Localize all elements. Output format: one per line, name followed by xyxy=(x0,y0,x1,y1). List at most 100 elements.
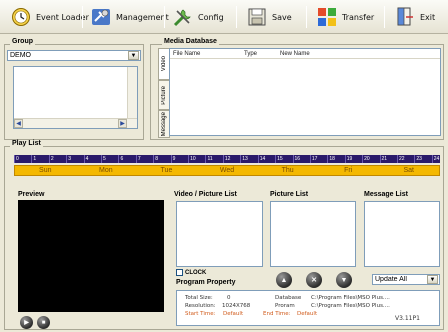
day-sat[interactable]: Sat xyxy=(378,166,439,175)
clock-icon xyxy=(10,6,32,28)
transfer-label: Transfer xyxy=(342,12,375,22)
add-button[interactable]: ▲ xyxy=(276,272,292,288)
tools-icon xyxy=(90,6,112,28)
resolution-value: 1024X768 xyxy=(222,303,251,309)
update-select-value: Update All xyxy=(375,276,407,283)
clock-checkbox[interactable]: CLOCK xyxy=(176,269,206,276)
column-file-name[interactable]: File Name xyxy=(173,51,200,57)
arrow-up-icon: ▲ xyxy=(280,276,288,284)
hour-tick: 18 xyxy=(327,155,344,163)
scroll-left-icon[interactable]: ◀ xyxy=(14,119,23,128)
exit-button[interactable]: Exit xyxy=(390,4,439,30)
hour-tick: 3 xyxy=(66,155,83,163)
tab-video-label: Video xyxy=(161,56,167,72)
start-time-value: Default xyxy=(223,311,244,317)
hour-tick: 22 xyxy=(396,155,414,163)
media-table[interactable]: File Name Type New Name xyxy=(169,48,441,136)
hour-tick: 21 xyxy=(379,155,397,163)
group-list[interactable]: ◀ ▶ xyxy=(13,66,138,129)
config-button[interactable]: Config xyxy=(168,4,228,30)
total-size-label: Total Size: xyxy=(185,295,213,301)
program-value: C:\Program Files\MSO Plus.... xyxy=(311,303,390,309)
toolbar-separator xyxy=(384,6,385,28)
day-tue[interactable]: Tue xyxy=(136,166,197,175)
database-label: Database xyxy=(275,295,302,301)
day-sun[interactable]: Sun xyxy=(15,166,76,175)
message-list[interactable] xyxy=(364,201,440,267)
save-icon xyxy=(246,6,268,28)
hour-tick: 12 xyxy=(222,155,240,163)
media-table-header: File Name Type New Name xyxy=(170,49,440,59)
day-fri[interactable]: Fri xyxy=(318,166,379,175)
play-icon: ▶ xyxy=(24,320,29,326)
day-bar[interactable]: Sun Mon Tue Wed Thu Fri Sat xyxy=(14,165,440,176)
hour-tick: 6 xyxy=(118,155,135,163)
toolbar-separator xyxy=(306,6,307,28)
down-button[interactable]: ▼ xyxy=(336,272,352,288)
database-value: C:\Program Files\MSO Plus.... xyxy=(311,295,390,301)
toolbar: Event Loader Management Config Save Tran… xyxy=(0,0,448,34)
hour-tick: 10 xyxy=(188,155,205,163)
play-list-title: Play List xyxy=(10,140,43,147)
column-new-name[interactable]: New Name xyxy=(280,51,310,57)
toolbar-separator xyxy=(82,6,83,28)
hour-tick: 2 xyxy=(48,155,66,163)
update-select[interactable]: Update All ▼ xyxy=(372,274,440,285)
play-button[interactable]: ▶ xyxy=(20,316,33,329)
toolbar-separator xyxy=(164,6,165,28)
hour-tick: 7 xyxy=(135,155,153,163)
program-label: Proram xyxy=(275,303,295,309)
delete-icon: ✕ xyxy=(311,277,317,284)
hour-tick: 4 xyxy=(83,155,101,163)
start-time-label: Start Time: xyxy=(185,311,216,317)
scroll-right-icon[interactable]: ▶ xyxy=(118,119,127,128)
end-time-label: End Time: xyxy=(263,311,291,317)
day-thu[interactable]: Thu xyxy=(257,166,318,175)
event-loader-button[interactable]: Event Loader xyxy=(6,4,93,30)
hour-ruler[interactable]: 0 1 2 3 4 5 6 7 8 9 10 11 12 13 14 15 16… xyxy=(14,155,440,163)
wrench-icon xyxy=(172,6,194,28)
hour-tick: 9 xyxy=(170,155,188,163)
hour-tick: 1 xyxy=(31,155,48,163)
day-mon[interactable]: Mon xyxy=(76,166,137,175)
hour-tick: 14 xyxy=(257,155,275,163)
hour-tick: 13 xyxy=(240,155,257,163)
video-picture-list[interactable] xyxy=(176,201,263,267)
management-button[interactable]: Management xyxy=(86,4,173,30)
transfer-button[interactable]: Transfer xyxy=(312,4,378,30)
hour-tick: 11 xyxy=(205,155,222,163)
chevron-down-icon[interactable]: ▼ xyxy=(128,51,139,60)
picture-list-title: Picture List xyxy=(270,191,309,198)
event-loader-label: Event Loader xyxy=(36,12,89,22)
exit-label: Exit xyxy=(420,12,436,22)
hour-tick: 8 xyxy=(153,155,170,163)
picture-list[interactable] xyxy=(270,201,356,267)
transfer-icon xyxy=(316,6,338,28)
group-list-vscroll[interactable] xyxy=(127,67,137,119)
checkbox-box[interactable] xyxy=(176,269,183,276)
tab-picture-label: Picture xyxy=(161,85,167,105)
hour-tick: 15 xyxy=(275,155,292,163)
group-list-hscroll[interactable]: ◀ ▶ xyxy=(14,118,137,128)
hour-tick: 5 xyxy=(101,155,118,163)
config-label: Config xyxy=(198,12,224,22)
delete-button[interactable]: ✕ xyxy=(306,272,322,288)
management-label: Management xyxy=(116,12,169,22)
media-database-title: Media Database xyxy=(162,38,219,45)
preview-title: Preview xyxy=(18,191,45,198)
tab-message-label: Message xyxy=(161,111,167,137)
end-time-value: Default xyxy=(297,311,318,317)
preview-screen xyxy=(18,200,164,312)
hour-tick: 24 xyxy=(431,155,440,163)
hour-tick: 20 xyxy=(362,155,379,163)
stop-button[interactable]: ■ xyxy=(37,316,50,329)
message-list-title: Message List xyxy=(364,191,408,198)
exit-icon xyxy=(394,6,416,28)
save-button[interactable]: Save xyxy=(242,4,296,30)
group-select[interactable]: DEMO ▼ xyxy=(7,50,141,61)
version-label: V3.11P1 xyxy=(395,315,420,322)
day-wed[interactable]: Wed xyxy=(197,166,258,175)
video-picture-list-title: Video / Picture List xyxy=(174,191,237,198)
chevron-down-icon[interactable]: ▼ xyxy=(427,275,438,284)
column-type[interactable]: Type xyxy=(244,51,257,57)
